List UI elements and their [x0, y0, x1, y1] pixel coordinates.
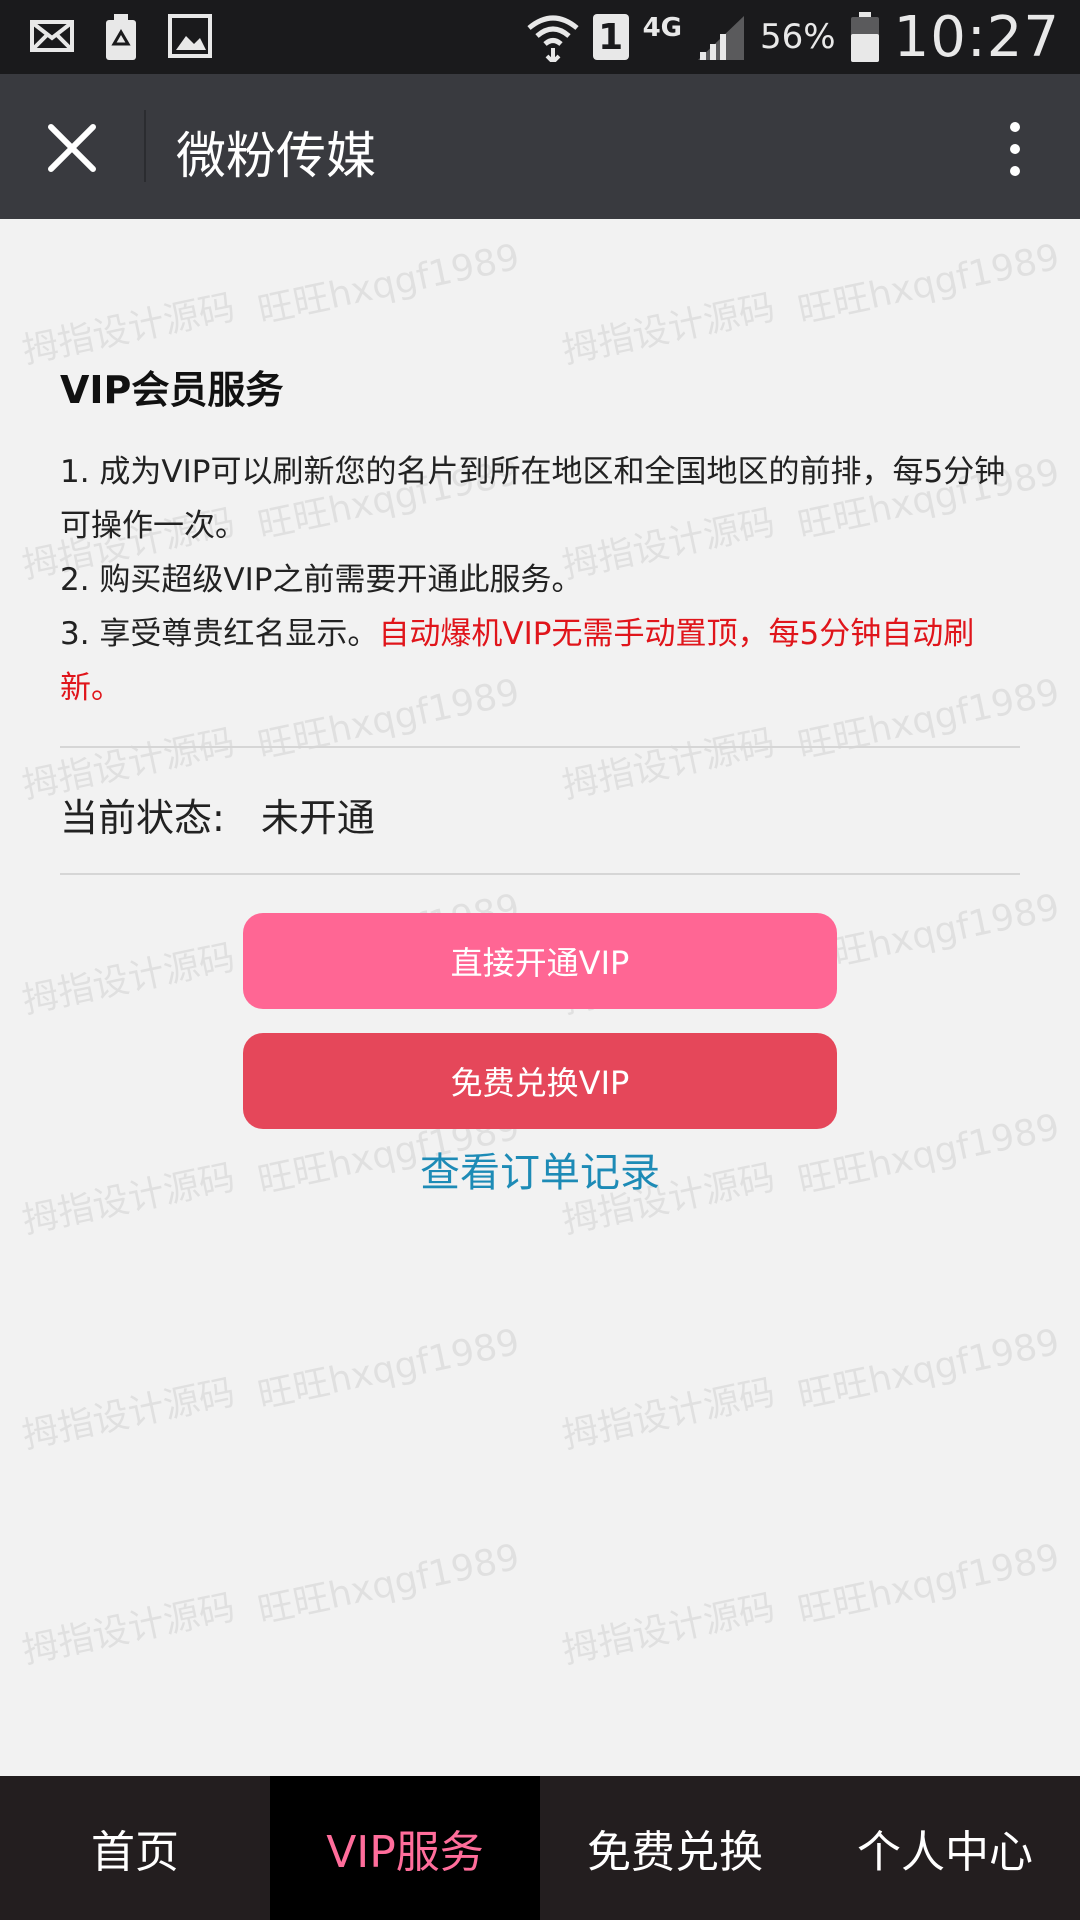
- page-title: 微粉传媒: [176, 127, 376, 185]
- divider: [60, 746, 1020, 748]
- watermark: 旺旺hxqgf1989: [794, 1536, 1064, 1633]
- network-type: 4G: [642, 13, 683, 43]
- watermark: 旺旺hxqgf1989: [254, 236, 524, 333]
- status-label: 当前状态:: [60, 796, 225, 840]
- status-left-icons: [30, 14, 212, 60]
- desc-line-3: 3. 享受尊贵红名显示。自动爆机VIP无需手动置顶，每5分钟自动刷新。: [60, 607, 1020, 715]
- more-vertical-icon: [1010, 122, 1020, 132]
- status-value: 未开通: [260, 796, 375, 840]
- status-row: 当前状态: 未开通: [60, 787, 375, 842]
- status-right-cluster: 1 4G 56% 10:27: [526, 0, 1060, 74]
- desc-line-2: 2. 购买超级VIP之前需要开通此服务。: [60, 562, 583, 598]
- close-button[interactable]: [30, 106, 114, 190]
- watermark: 拇指设计源码: [558, 1586, 779, 1672]
- exchange-vip-button[interactable]: 免费兑换VIP: [243, 1033, 837, 1129]
- wifi-icon: [526, 12, 579, 62]
- open-vip-button[interactable]: 直接开通VIP: [243, 913, 837, 1009]
- watermark: 旺旺hxqgf1989: [254, 1536, 524, 1633]
- recycle-battery-icon: [104, 14, 138, 60]
- watermark: 拇指设计源码: [18, 1371, 239, 1457]
- watermark: 旺旺hxqgf1989: [794, 1321, 1064, 1418]
- battery-icon: [850, 12, 880, 62]
- more-options-button[interactable]: [990, 114, 1040, 184]
- nav-item-free-exchange[interactable]: 免费兑换: [540, 1776, 810, 1920]
- watermark: 拇指设计源码: [558, 286, 779, 372]
- sim-slot-badge: 1: [592, 14, 629, 60]
- title-divider: [144, 110, 146, 182]
- vip-description: 1. 成为VIP可以刷新您的名片到所在地区和全国地区的前排，每5分钟可操作一次。…: [60, 445, 1020, 715]
- status-bar: 1 4G 56% 10:27: [0, 0, 1080, 74]
- close-icon: [48, 124, 96, 172]
- watermark: 旺旺hxqgf1989: [254, 1321, 524, 1418]
- divider: [60, 873, 1020, 875]
- watermark: 拇指设计源码: [18, 936, 239, 1022]
- desc-line-1: 1. 成为VIP可以刷新您的名片到所在地区和全国地区的前排，每5分钟可操作一次。: [60, 454, 1006, 544]
- watermark: 拇指设计源码: [558, 721, 779, 807]
- desc-line-3-prefix: 3. 享受尊贵红名显示。: [60, 616, 379, 652]
- battery-percent: 56%: [760, 17, 836, 57]
- image-icon: [168, 14, 212, 60]
- signal-icon: [696, 14, 746, 60]
- view-orders-link[interactable]: 查看订单记录: [60, 1140, 1020, 1198]
- nav-item-vip-service[interactable]: VIP服务: [270, 1776, 540, 1920]
- bottom-nav: 首页 VIP服务 免费兑换 个人中心: [0, 1776, 1080, 1920]
- watermark: 拇指设计源码: [558, 1371, 779, 1457]
- mail-icon: [30, 14, 74, 60]
- nav-item-home[interactable]: 首页: [0, 1776, 270, 1920]
- watermark: 旺旺hxqgf1989: [794, 236, 1064, 333]
- section-title: VIP会员服务: [60, 368, 284, 412]
- clock: 10:27: [893, 4, 1060, 70]
- watermark: 拇指设计源码: [18, 1586, 239, 1672]
- title-bar: 微粉传媒: [0, 74, 1080, 219]
- nav-item-profile[interactable]: 个人中心: [810, 1776, 1080, 1920]
